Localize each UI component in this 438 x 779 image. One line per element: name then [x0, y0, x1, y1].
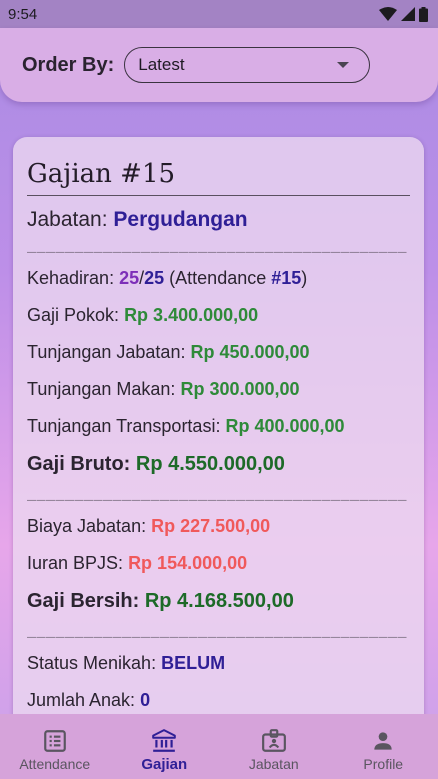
status-menikah-value: BELUM	[161, 653, 226, 673]
tunjangan-transportasi-label: Tunjangan Transportasi:	[27, 416, 221, 436]
caret-down-icon	[337, 62, 350, 68]
order-by-dropdown[interactable]: Latest	[124, 47, 371, 83]
status-bar: 9:54	[0, 0, 438, 28]
tunjangan-makan-label: Tunjangan Makan:	[27, 379, 176, 399]
kehadiran-total: 25	[144, 268, 165, 288]
status-menikah-row: Status Menikah: BELUM	[27, 645, 410, 682]
list-icon	[43, 730, 66, 752]
gaji-bersih-label: Gaji Bersih:	[27, 590, 140, 612]
nav-attendance-label: Attendance	[19, 756, 91, 772]
order-by-label: Order By:	[22, 53, 115, 76]
status-time: 9:54	[8, 5, 38, 23]
jumlah-anak-label: Jumlah Anak:	[27, 690, 136, 710]
biaya-jabatan-row: Biaya Jabatan: Rp 227.500,00	[27, 508, 410, 545]
nav-gajian-label: Gajian	[141, 756, 188, 773]
tunjangan-makan-row: Tunjangan Makan: Rp 300.000,00	[27, 371, 410, 408]
status-menikah-label: Status Menikah:	[27, 653, 157, 673]
attendance-link[interactable]: #15	[271, 268, 301, 289]
tunjangan-transportasi-row: Tunjangan Transportasi: Rp 400.000,00	[27, 408, 410, 445]
signal-icon	[401, 7, 415, 21]
gaji-pokok-row: Gaji Pokok: Rp 3.400.000,00	[27, 297, 410, 334]
header: Order By: Latest	[0, 28, 438, 102]
jumlah-anak-value: 0	[140, 690, 151, 710]
dashed-divider: ________________________________________	[27, 487, 408, 504]
kehadiran-row: Kehadiran: 25/25 (Attendance #15)	[27, 260, 410, 297]
kehadiran-present: 25	[119, 268, 140, 288]
biaya-jabatan-value: Rp 227.500,00	[151, 516, 271, 536]
biaya-jabatan-label: Biaya Jabatan:	[27, 516, 147, 536]
bank-icon	[152, 729, 177, 752]
nav-profile[interactable]: Profile	[333, 728, 433, 772]
bottom-navigation: Attendance Gajian Jabatan Profile	[0, 714, 438, 779]
card-title: Gajian #15	[27, 159, 176, 189]
salary-card: Gajian #15 Jabatan: Pergudangan ________…	[13, 137, 424, 757]
iuran-bpjs-row: Iuran BPJS: Rp 154.000,00	[27, 545, 410, 582]
tunjangan-jabatan-value: Rp 450.000,00	[190, 342, 310, 362]
nav-jabatan-label: Jabatan	[248, 756, 299, 772]
dashed-divider: ________________________________________	[27, 239, 408, 256]
jabatan-row: Jabatan: Pergudangan	[27, 204, 410, 236]
person-icon	[374, 732, 392, 750]
gaji-bersih-value: Rp 4.168.500,00	[144, 590, 294, 612]
nav-gajian[interactable]: Gajian	[114, 728, 214, 773]
gaji-bruto-label: Gaji Bruto:	[27, 453, 131, 475]
gaji-bersih-row: Gaji Bersih: Rp 4.168.500,00	[27, 582, 410, 621]
dashed-divider: ________________________________________	[27, 624, 408, 641]
tunjangan-makan-value: Rp 300.000,00	[180, 379, 300, 399]
tunjangan-jabatan-row: Tunjangan Jabatan: Rp 450.000,00	[27, 334, 410, 371]
attendance-suffix: )	[301, 268, 308, 288]
jabatan-label: Jabatan:	[27, 208, 108, 231]
title-divider	[27, 195, 410, 196]
order-by-value: Latest	[138, 55, 185, 74]
tunjangan-transportasi-value: Rp 400.000,00	[225, 416, 345, 436]
gaji-bruto-row: Gaji Bruto: Rp 4.550.000,00	[27, 445, 410, 484]
tunjangan-jabatan-label: Tunjangan Jabatan:	[27, 342, 186, 362]
kehadiran-label: Kehadiran:	[27, 268, 115, 288]
iuran-bpjs-label: Iuran BPJS:	[27, 553, 124, 573]
nav-jabatan[interactable]: Jabatan	[224, 728, 324, 772]
jabatan-value: Pergudangan	[113, 208, 248, 231]
nav-profile-label: Profile	[363, 756, 404, 772]
iuran-bpjs-value: Rp 154.000,00	[128, 553, 248, 573]
gaji-pokok-value: Rp 3.400.000,00	[124, 305, 259, 325]
battery-icon	[419, 6, 428, 22]
gaji-pokok-label: Gaji Pokok:	[27, 305, 120, 325]
wifi-icon	[379, 7, 397, 21]
gaji-bruto-value: Rp 4.550.000,00	[135, 453, 285, 475]
badge-icon	[261, 729, 286, 752]
nav-attendance[interactable]: Attendance	[5, 728, 105, 772]
attendance-prefix: (Attendance	[164, 268, 272, 288]
